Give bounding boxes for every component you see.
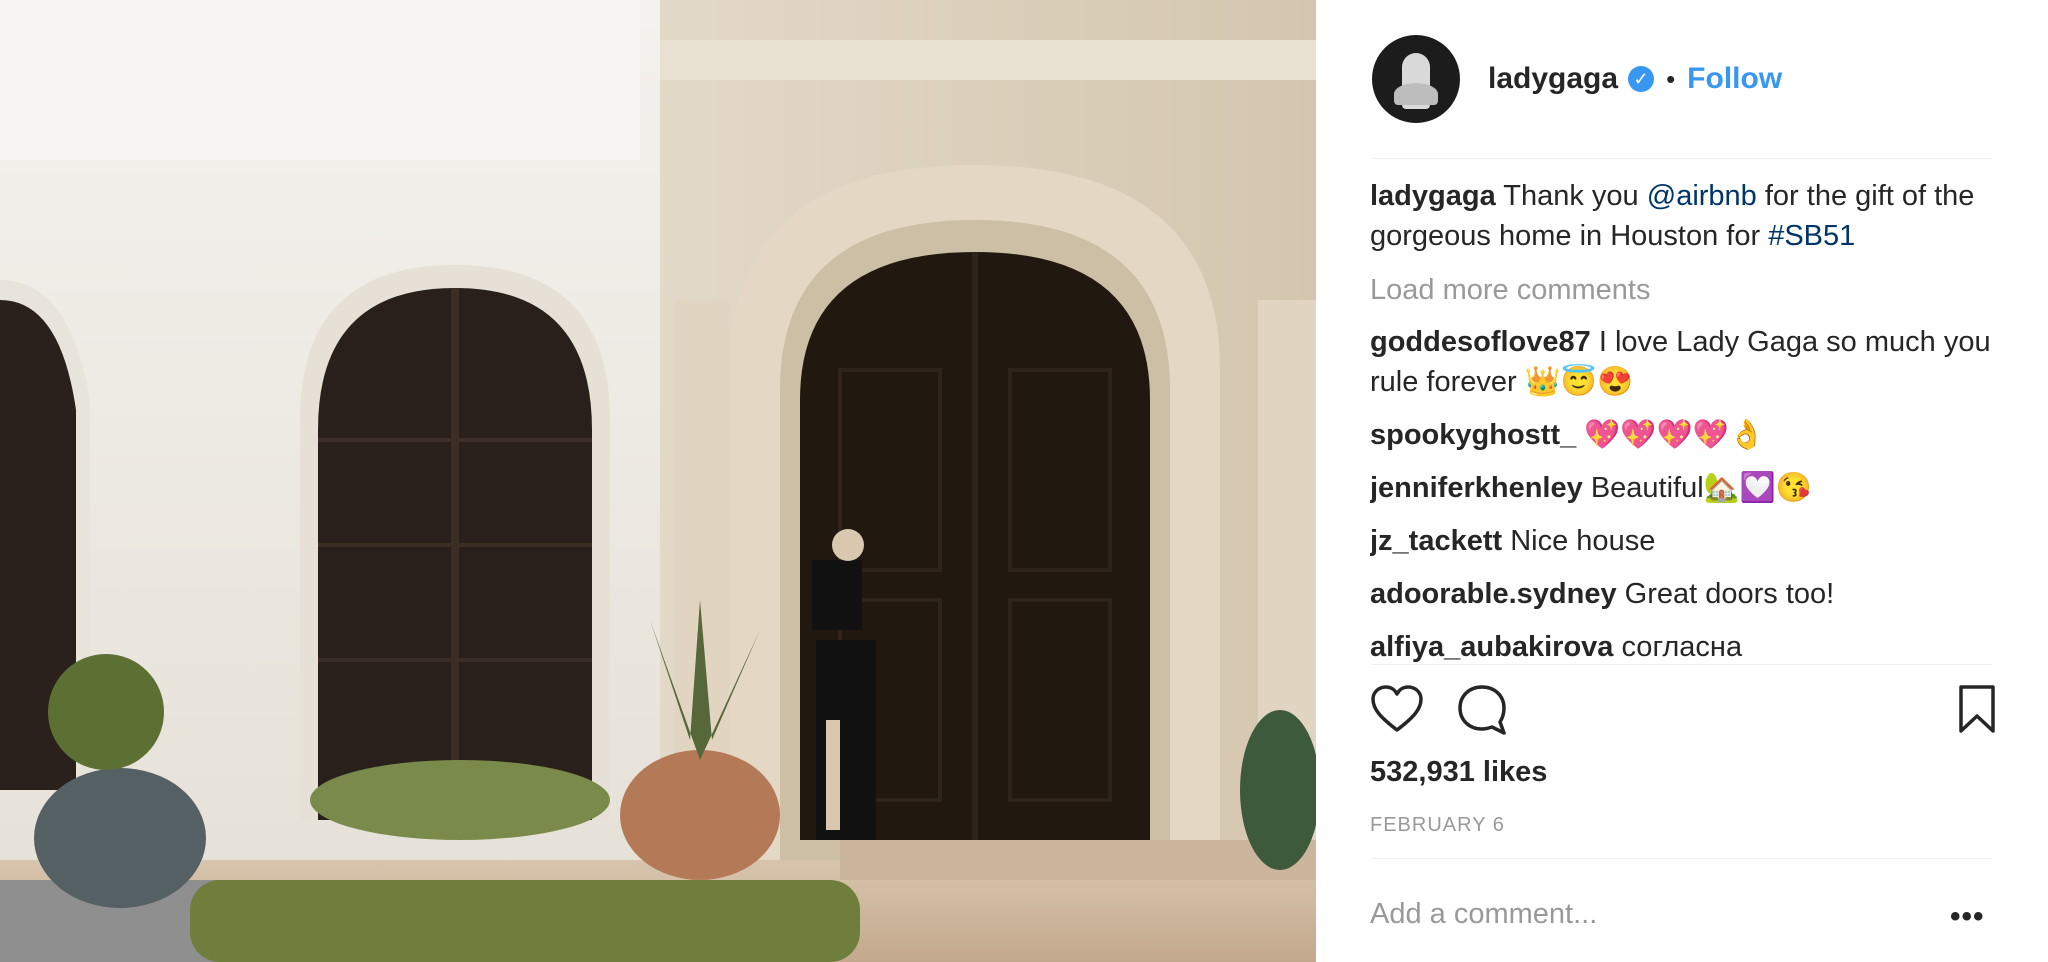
username[interactable]: ladygaga [1488, 62, 1618, 96]
follow-button[interactable]: Follow [1687, 62, 1782, 96]
comments-divider [1372, 664, 1992, 665]
comment-username[interactable]: goddesoflove87 [1370, 326, 1591, 358]
comment-item: adoorable.sydney Great doors too! [1370, 574, 2000, 614]
comment-text: 💖💖💖💖👌 [1584, 419, 1765, 451]
separator-dot: • [1666, 63, 1676, 94]
comment-item: jenniferkhenley Beautiful🏡💟😘 [1370, 468, 2000, 508]
load-more-comments-button[interactable]: Load more comments [1370, 270, 2000, 310]
likes-count[interactable]: 532,931 likes [1370, 756, 1547, 789]
caption-hashtag-link[interactable]: #SB51 [1768, 220, 1855, 252]
post-header: ladygaga ✓ • Follow [1372, 24, 1992, 134]
post-date: FEBRUARY 6 [1370, 814, 1505, 836]
action-bar [1370, 684, 1996, 740]
comment-username[interactable]: jenniferkhenley [1370, 472, 1583, 504]
caption-text-before: Thank you [1503, 180, 1647, 212]
comment-item: spookyghostt_ 💖💖💖💖👌 [1370, 415, 2000, 455]
comment-text: Beautiful🏡💟😘 [1590, 472, 1812, 504]
caption: ladygaga Thank you @airbnb for the gift … [1370, 176, 2000, 256]
comment-item: goddesoflove87 I love Lady Gaga so much … [1370, 322, 2000, 402]
avatar[interactable] [1372, 35, 1460, 123]
comment-item: jz_tackett Nice house [1370, 521, 2000, 561]
more-options-icon[interactable]: ••• [1950, 900, 1985, 934]
add-comment-input[interactable]: Add a comment... [1370, 898, 1950, 931]
comment-text: Nice house [1510, 525, 1656, 557]
comment-username[interactable]: alfiya_aubakirova [1370, 631, 1613, 662]
bookmark-icon[interactable] [1958, 684, 1996, 734]
comment-username[interactable]: adoorable.sydney [1370, 578, 1617, 610]
comment-item: alfiya_aubakirova согласна [1370, 627, 2000, 662]
comment-username[interactable]: spookyghostt_ [1370, 419, 1576, 451]
heart-icon[interactable] [1370, 684, 1424, 734]
post-side-panel: ladygaga ✓ • Follow ladygaga Thank you @… [1316, 0, 2048, 962]
header-divider [1372, 158, 1992, 159]
comment-text: согласна [1621, 631, 1743, 662]
add-comment-divider [1372, 858, 1992, 859]
post-photo[interactable] [0, 0, 1316, 962]
comment-username[interactable]: jz_tackett [1370, 525, 1502, 557]
comment-icon[interactable] [1456, 684, 1508, 736]
comments-list[interactable]: ladygaga Thank you @airbnb for the gift … [1370, 176, 2000, 662]
caption-username[interactable]: ladygaga [1370, 180, 1496, 212]
avatar-figure-lower [1394, 83, 1438, 105]
comment-text: Great doors too! [1624, 578, 1835, 610]
verified-badge-icon: ✓ [1628, 66, 1655, 92]
caption-mention-link[interactable]: @airbnb [1647, 180, 1757, 212]
house-entrance-photo [0, 0, 1316, 962]
